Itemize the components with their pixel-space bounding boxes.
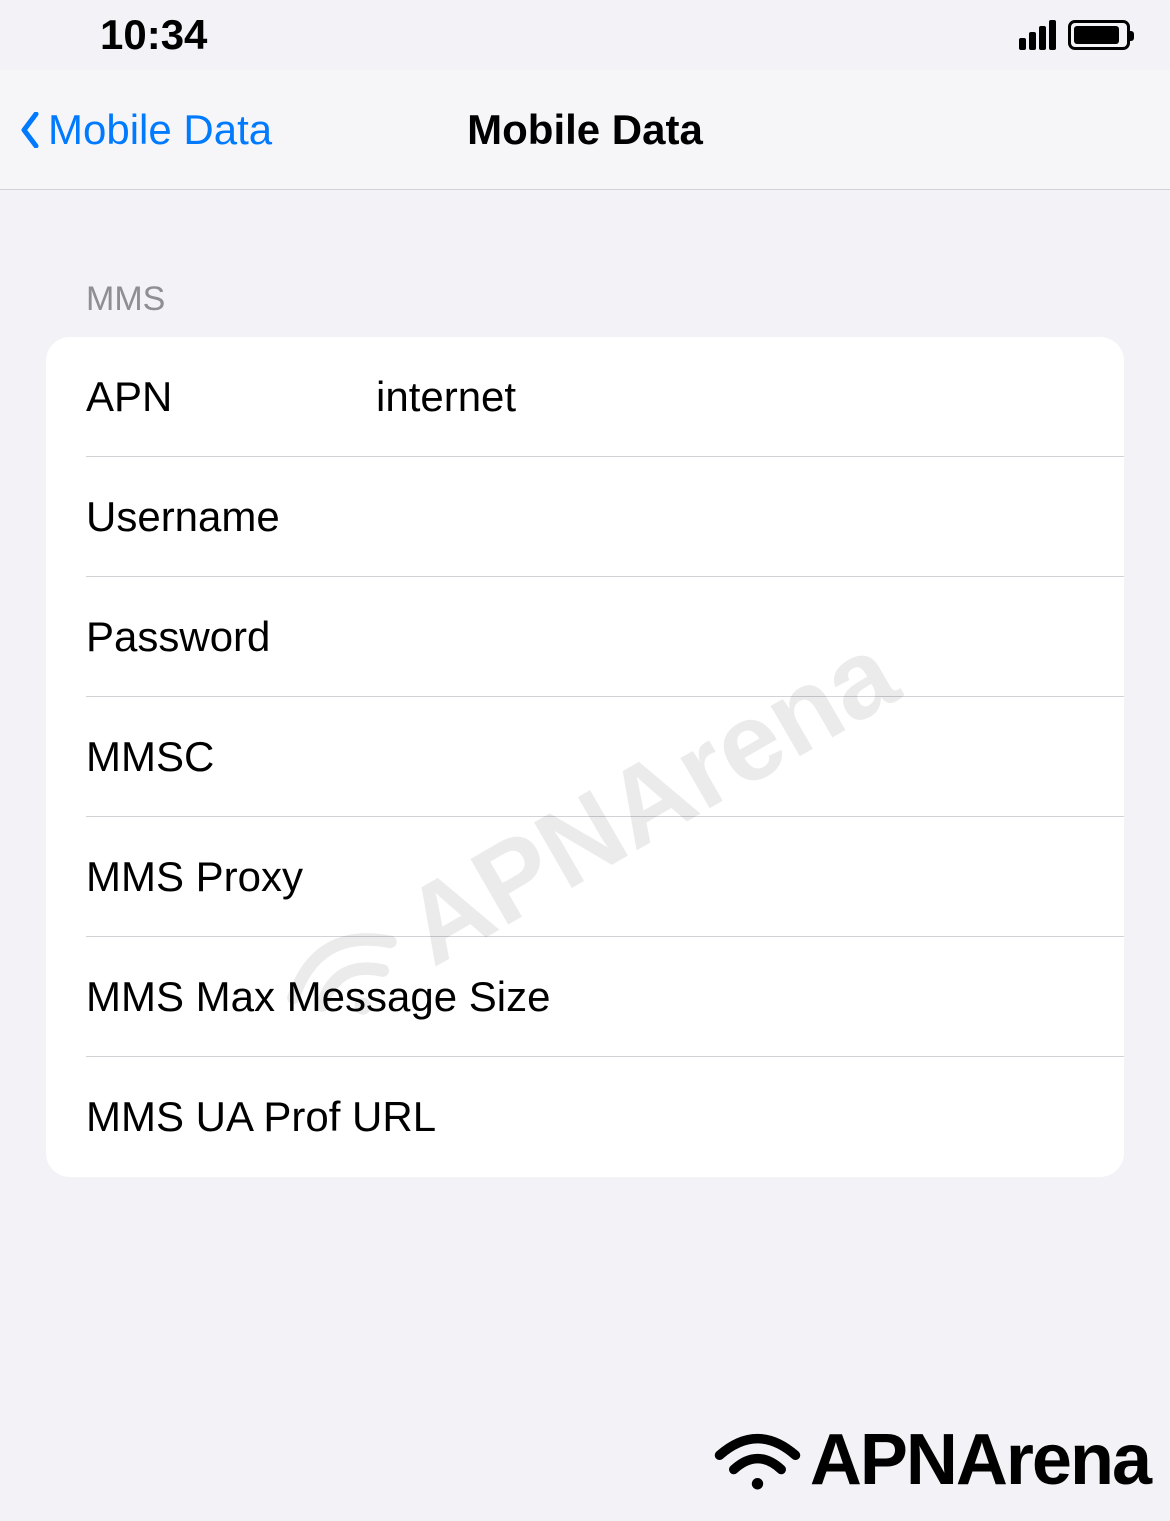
mmsc-input[interactable] (376, 733, 1084, 781)
back-button[interactable]: Mobile Data (20, 106, 272, 154)
battery-icon (1068, 20, 1130, 50)
navigation-bar: Mobile Data Mobile Data (0, 70, 1170, 190)
apn-row[interactable]: APN (46, 337, 1124, 457)
mms-proxy-row[interactable]: MMS Proxy (46, 817, 1124, 937)
cellular-signal-icon (1019, 20, 1056, 50)
username-row[interactable]: Username (46, 457, 1124, 577)
password-row[interactable]: Password (46, 577, 1124, 697)
mms-ua-prof-label: MMS UA Prof URL (86, 1093, 436, 1141)
mms-max-size-input[interactable] (550, 973, 1091, 1021)
password-input[interactable] (376, 613, 1084, 661)
password-label: Password (86, 613, 376, 661)
username-input[interactable] (376, 493, 1084, 541)
content-area: MMS APN Username Password MMSC MMS Proxy… (0, 190, 1170, 1177)
back-label: Mobile Data (48, 106, 272, 154)
apn-input[interactable] (376, 373, 1084, 421)
mms-ua-prof-input[interactable] (436, 1093, 1084, 1141)
mms-max-size-label: MMS Max Message Size (86, 973, 550, 1021)
mms-max-size-row[interactable]: MMS Max Message Size (46, 937, 1124, 1057)
mms-proxy-label: MMS Proxy (86, 853, 376, 901)
mmsc-label: MMSC (86, 733, 376, 781)
nav-title: Mobile Data (467, 106, 703, 154)
mms-ua-prof-row[interactable]: MMS UA Prof URL (46, 1057, 1124, 1177)
chevron-left-icon (20, 112, 40, 148)
mms-settings-group: APN Username Password MMSC MMS Proxy MMS… (46, 337, 1124, 1177)
brand-text: APNArena (810, 1419, 1150, 1501)
mms-proxy-input[interactable] (376, 853, 1084, 901)
status-bar: 10:34 (0, 0, 1170, 70)
status-time: 10:34 (100, 11, 207, 59)
status-indicators (1019, 20, 1130, 50)
section-header-mms: MMS (46, 190, 1124, 337)
username-label: Username (86, 493, 376, 541)
apn-label: APN (86, 373, 376, 421)
wifi-icon (710, 1425, 805, 1495)
brand-footer: APNArena (710, 1419, 1150, 1501)
mmsc-row[interactable]: MMSC (46, 697, 1124, 817)
